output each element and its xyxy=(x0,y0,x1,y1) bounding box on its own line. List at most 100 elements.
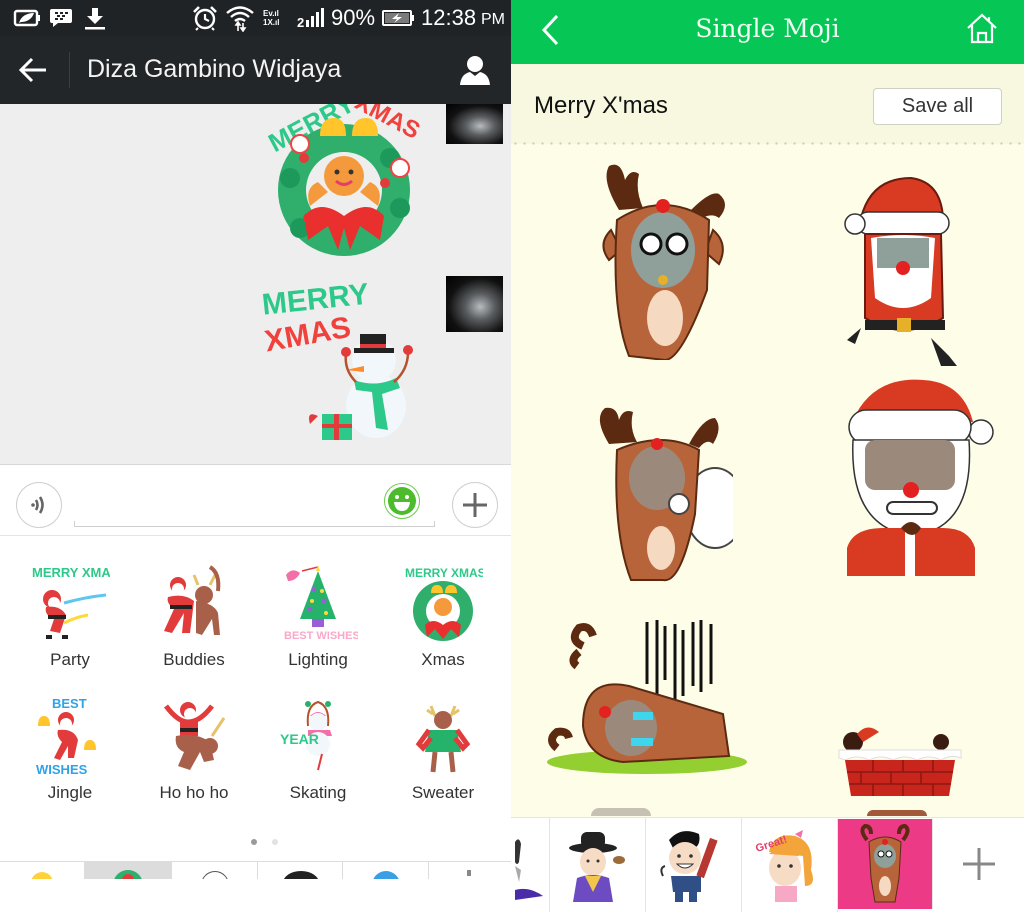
network-ev-1x-icon: Ev.ıl 1X.ıl xyxy=(263,6,289,30)
sticker-skating[interactable]: YEAR Skating xyxy=(256,696,380,824)
sticker-label: Xmas xyxy=(421,650,465,669)
chat-action-bar: Diza Gambino Widjaya xyxy=(0,36,511,104)
home-button[interactable] xyxy=(965,11,999,45)
sticker-ho-ho-ho[interactable]: Ho ho ho xyxy=(132,696,256,824)
moji-reindeer-shy[interactable] xyxy=(581,160,751,362)
input-edge-right xyxy=(434,521,435,527)
santa-reindeer-buddies-sticker-art xyxy=(164,565,221,635)
sender-avatar[interactable] xyxy=(446,104,503,144)
page-dot-inactive[interactable] xyxy=(272,839,278,845)
battery-percent: 90% xyxy=(331,5,376,30)
section-title: Merry X'mas xyxy=(534,92,668,119)
smiley-icon xyxy=(388,487,416,515)
back-button[interactable] xyxy=(18,56,50,84)
chainsaw-guy-icon xyxy=(659,830,718,902)
arrow-left-icon xyxy=(18,57,46,83)
partial-character-tab[interactable] xyxy=(511,818,550,912)
reindeer-tab[interactable] xyxy=(838,819,933,909)
message-sticker-snowman[interactable]: MERRY XMAS xyxy=(258,278,428,442)
christmas-tree-sticker-art: BEST WISHES xyxy=(284,565,358,642)
more-tab[interactable] xyxy=(429,862,511,879)
moji-santa-in-chimney[interactable] xyxy=(833,720,963,800)
more-tab-icon xyxy=(467,870,471,876)
plus-icon xyxy=(963,848,995,880)
xmas-sticker-tab[interactable] xyxy=(85,862,172,879)
doraemon-tab[interactable] xyxy=(343,862,429,879)
great-girl-tab[interactable]: Great! xyxy=(742,818,838,912)
sticker-art-text: MERRY XMAS xyxy=(405,566,483,580)
santa-jingle-bells-sticker-art: BEST WISHES xyxy=(36,696,96,776)
voice-message-button[interactable] xyxy=(16,482,62,528)
santa-in-chimney-art xyxy=(838,727,962,796)
sticker-label: Sweater xyxy=(411,783,475,802)
sticker-art-text: MERRY XMAS xyxy=(32,565,110,580)
chat-title: Diza Gambino Widjaya xyxy=(87,55,342,83)
save-all-button[interactable]: Save all xyxy=(873,88,1002,125)
battery-charging-icon xyxy=(381,6,415,30)
reindeer-sweater-sticker-art xyxy=(415,705,471,773)
page-title: Single Moji xyxy=(695,14,840,43)
moji-reindeer-fallen[interactable] xyxy=(543,616,753,776)
xmas-tab-icon-dot xyxy=(122,874,134,879)
gingerbread-wreath-sticker: MERRY XMAS xyxy=(263,104,424,256)
sticker-jingle[interactable]: BEST WISHES Jingle xyxy=(8,696,132,824)
santa-party-sticker-art: MERRY XMAS xyxy=(32,565,110,639)
moji-reindeer-with-sack[interactable] xyxy=(583,404,746,584)
moji-category-tabs: Great! xyxy=(511,817,1024,912)
sender-avatar[interactable] xyxy=(446,276,503,332)
sticker-xmas[interactable]: MERRY XMAS Xmas xyxy=(381,563,505,691)
korean-scholar-tab[interactable] xyxy=(550,818,646,912)
moji-partial-bottom-right[interactable] xyxy=(867,810,927,816)
outline-face-tab[interactable] xyxy=(172,862,258,879)
message-sticker-wreath[interactable]: MERRY XMAS xyxy=(260,104,430,258)
battery-saver-icon xyxy=(12,6,42,30)
korean-scholar-icon xyxy=(568,831,625,902)
action-bar-divider xyxy=(69,52,70,88)
voice-wave-icon xyxy=(31,496,44,514)
outline-face-tab-icon xyxy=(201,871,229,879)
reindeer-fallen-art xyxy=(547,620,747,774)
moji-santa-running[interactable] xyxy=(831,168,981,368)
sticker-art-text: YEAR xyxy=(280,731,319,747)
emoji-tab[interactable] xyxy=(0,862,85,879)
sticker-category-tabs xyxy=(0,861,511,912)
great-girl-icon: Great! xyxy=(755,829,813,902)
network-1x-label: 1X.ıl xyxy=(263,18,280,27)
sticker-art-text-top: BEST xyxy=(52,696,87,711)
add-attachment-button[interactable] xyxy=(452,482,498,528)
clock-time: 12:38 xyxy=(421,5,477,30)
chainsaw-guy-tab[interactable] xyxy=(646,818,742,912)
sticker-buddies[interactable]: Buddies xyxy=(132,563,256,691)
network-ev-label: Ev.ıl xyxy=(263,9,279,18)
sticker-label: Jingle xyxy=(47,783,93,802)
bbm-icon xyxy=(48,6,74,30)
person-icon xyxy=(460,56,490,85)
sticker-sweater[interactable]: Sweater xyxy=(381,696,505,824)
reindeer-with-sack-art xyxy=(599,407,746,582)
chat-messages-area[interactable]: MERRY XMAS MERRY XMAS xyxy=(0,104,511,464)
add-moji-button[interactable] xyxy=(961,846,997,882)
sticker-party[interactable]: MERRY XMAS Party xyxy=(8,563,132,691)
sticker-label: Buddies xyxy=(163,650,225,669)
santa-riding-reindeer-sticker-art xyxy=(164,702,226,770)
santa-running-art xyxy=(844,176,957,366)
snowman-sticker: MERRY XMAS xyxy=(260,278,413,440)
input-edge-left xyxy=(74,521,75,527)
gingerbread-wreath-sticker-art: MERRY XMAS xyxy=(405,566,483,641)
sticker-lighting[interactable]: BEST WISHES Lighting xyxy=(256,563,380,691)
moji-partial-bottom-left[interactable] xyxy=(591,808,651,816)
snowman-skating-sticker-art: YEAR xyxy=(280,700,332,771)
page-dot-active[interactable] xyxy=(251,839,257,845)
emoji-button[interactable] xyxy=(384,483,420,519)
status-bar: Ev.ıl 1X.ıl 2 90% 12:38 PM xyxy=(0,0,511,36)
sticker-art-text: BEST WISHES xyxy=(284,630,358,642)
message-text-input[interactable] xyxy=(74,485,435,527)
clock-ampm: PM xyxy=(481,11,505,28)
moji-santa-smiling[interactable] xyxy=(843,378,1003,578)
character-tab[interactable] xyxy=(258,862,343,879)
sticker-art-text-bottom: WISHES xyxy=(36,762,88,776)
sticker-panel: MERRY XMAS Party Buddies xyxy=(0,537,511,861)
profile-button[interactable] xyxy=(458,54,492,86)
doraemon-tab-icon xyxy=(372,871,400,879)
reindeer-tab-icon xyxy=(860,824,910,903)
